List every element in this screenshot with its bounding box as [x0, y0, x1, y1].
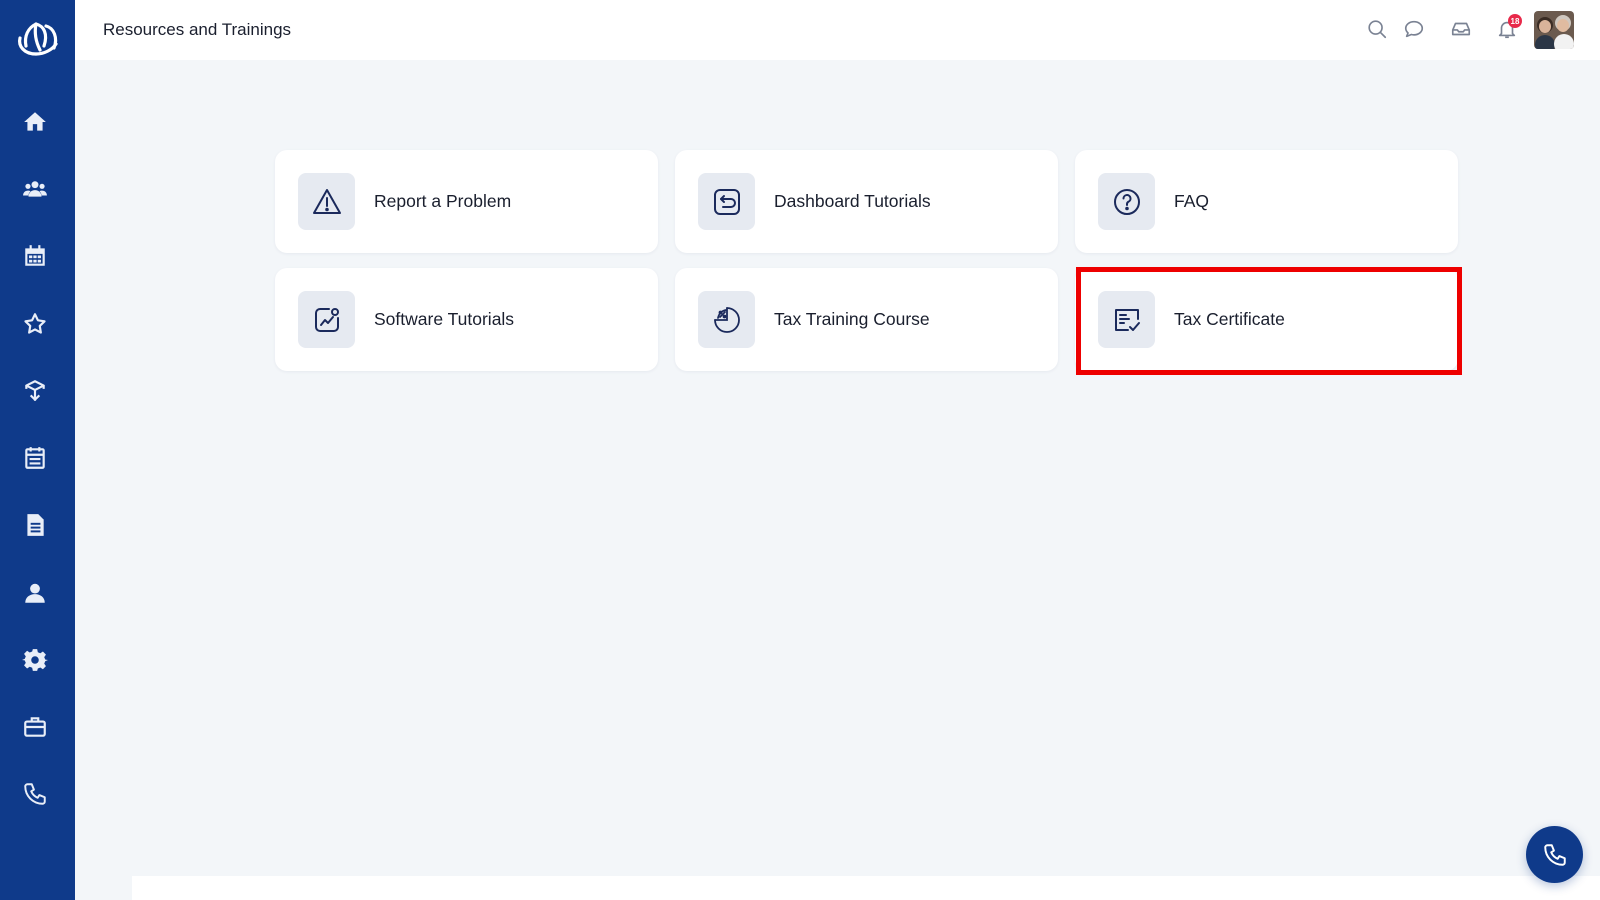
- card-tax-training-course[interactable]: Tax Training Course: [675, 268, 1058, 371]
- footer-strip: [132, 876, 1600, 900]
- lotus-logo[interactable]: [14, 16, 62, 58]
- phone-icon: [24, 783, 46, 805]
- inbox-button[interactable]: [1448, 16, 1474, 42]
- sidebar: [0, 0, 75, 900]
- schedule-icon: [25, 447, 45, 469]
- sidebar-item-products[interactable]: [20, 376, 50, 406]
- card-label: Tax Training Course: [774, 309, 930, 329]
- users-icon: [23, 181, 47, 197]
- percent-icon: [713, 306, 740, 333]
- return-icon: [713, 188, 740, 215]
- card-dashboard-tutorials[interactable]: Dashboard Tutorials: [675, 150, 1058, 253]
- search-icon: [1368, 20, 1387, 39]
- sidebar-item-documents[interactable]: [20, 510, 50, 540]
- card-report-problem[interactable]: Report a Problem: [275, 150, 658, 253]
- star-icon: [24, 313, 46, 334]
- chat-icon: [1404, 20, 1424, 38]
- home-icon: [24, 112, 46, 131]
- sidebar-item-home[interactable]: [20, 107, 50, 137]
- sidebar-item-users[interactable]: [20, 174, 50, 204]
- card-label: Tax Certificate: [1174, 309, 1285, 329]
- box-icon: [25, 380, 45, 401]
- profile-icon: [25, 583, 45, 603]
- card-label: FAQ: [1174, 191, 1210, 211]
- sidebar-item-profile[interactable]: [20, 578, 50, 608]
- notification-badge: 18: [1508, 14, 1522, 28]
- sidebar-item-jobs[interactable]: [20, 712, 50, 742]
- phone-icon: [1543, 843, 1566, 866]
- page-title: Resources and Trainings: [103, 20, 292, 39]
- sidebar-item-favorites[interactable]: [20, 309, 50, 339]
- sidebar-item-settings[interactable]: [20, 645, 50, 675]
- sidebar-item-schedule[interactable]: [20, 443, 50, 473]
- card-label: Dashboard Tutorials: [774, 191, 931, 211]
- card-label: Software Tutorials: [374, 309, 515, 329]
- chat-button[interactable]: [1401, 16, 1427, 42]
- card-tax-certificate[interactable]: Tax Certificate: [1075, 268, 1458, 371]
- chart-icon: [314, 307, 339, 332]
- card-software-tutorials[interactable]: Software Tutorials: [275, 268, 658, 371]
- inbox-icon: [1451, 22, 1471, 36]
- card-faq[interactable]: FAQ: [1075, 150, 1458, 253]
- calendar-icon: [25, 245, 45, 266]
- call-button[interactable]: [1526, 826, 1583, 883]
- search-button[interactable]: [1364, 16, 1390, 42]
- question-icon: [1113, 188, 1140, 215]
- gear-icon: [22, 649, 48, 671]
- warning-icon: [312, 188, 341, 214]
- avatar[interactable]: [1534, 11, 1574, 49]
- certificate-icon: [1114, 308, 1140, 331]
- sidebar-item-calendar[interactable]: [20, 241, 50, 271]
- briefcase-icon: [24, 717, 46, 737]
- document-icon: [27, 514, 44, 536]
- sidebar-item-calls[interactable]: [20, 779, 50, 809]
- card-label: Report a Problem: [374, 191, 512, 211]
